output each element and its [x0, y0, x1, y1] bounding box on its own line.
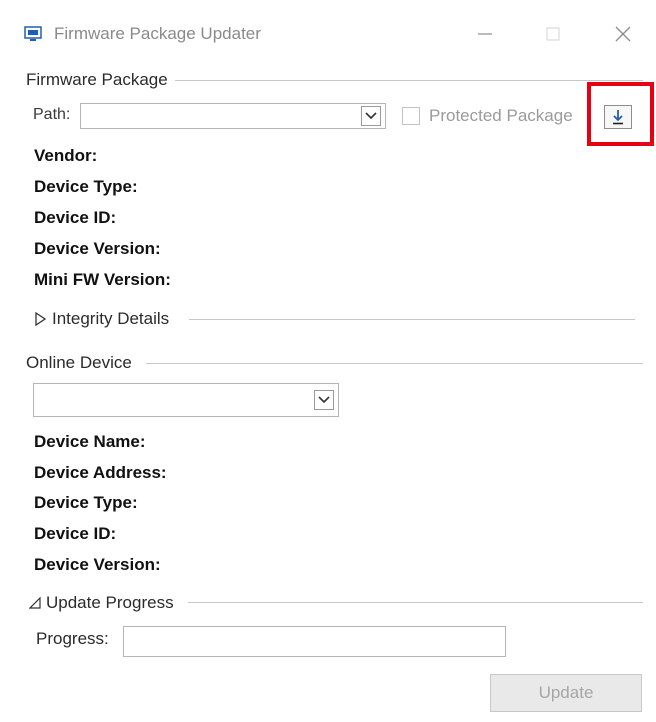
online-device-combobox[interactable] — [33, 383, 339, 417]
online-device-id-label: Device ID: — [34, 524, 117, 543]
group-divider — [146, 363, 643, 364]
chevron-down-icon — [318, 396, 330, 404]
path-label: Path: — [33, 106, 71, 123]
chevron-down-icon — [365, 112, 377, 120]
collapse-icon — [29, 597, 41, 609]
group-divider — [188, 602, 643, 603]
update-progress-expander[interactable]: Update Progress — [29, 593, 180, 613]
protected-package-label: Protected Package — [429, 106, 573, 125]
device-id-label: Device ID: — [34, 208, 117, 227]
device-address-label: Device Address: — [34, 463, 167, 482]
app-icon — [24, 26, 42, 42]
path-combobox[interactable] — [80, 103, 386, 129]
minimize-icon — [478, 33, 492, 35]
progress-label: Progress: — [36, 629, 109, 648]
online-device-version-label: Device Version: — [34, 555, 161, 574]
device-name-label: Device Name: — [34, 432, 146, 451]
protected-package-checkbox[interactable] — [402, 107, 420, 125]
mini-fw-version-label: Mini FW Version: — [34, 270, 171, 289]
expand-right-icon — [35, 312, 46, 326]
group-divider — [189, 319, 635, 320]
integrity-details-header: Integrity Details — [52, 309, 170, 329]
group-divider — [175, 80, 643, 81]
online-device-header: Online Device — [26, 353, 138, 373]
progress-field[interactable] — [123, 626, 506, 657]
maximize-button[interactable] — [530, 16, 576, 52]
highlight-annotation — [587, 82, 654, 146]
path-dropdown-button[interactable] — [361, 106, 381, 126]
update-button[interactable]: Update — [490, 674, 642, 712]
integrity-details-expander[interactable]: Integrity Details — [34, 309, 176, 329]
minimize-button[interactable] — [462, 16, 508, 52]
maximize-icon — [546, 27, 560, 41]
close-icon — [615, 26, 631, 42]
update-progress-header: Update Progress — [46, 593, 174, 613]
vendor-label: Vendor: — [34, 146, 98, 165]
device-type-label: Device Type: — [34, 177, 138, 196]
online-device-type-label: Device Type: — [34, 493, 138, 512]
device-version-label: Device Version: — [34, 239, 161, 258]
online-device-dropdown-button[interactable] — [314, 390, 334, 410]
firmware-package-header: Firmware Package — [26, 70, 174, 90]
window-title: Firmware Package Updater — [54, 24, 261, 43]
close-button[interactable] — [600, 16, 646, 52]
